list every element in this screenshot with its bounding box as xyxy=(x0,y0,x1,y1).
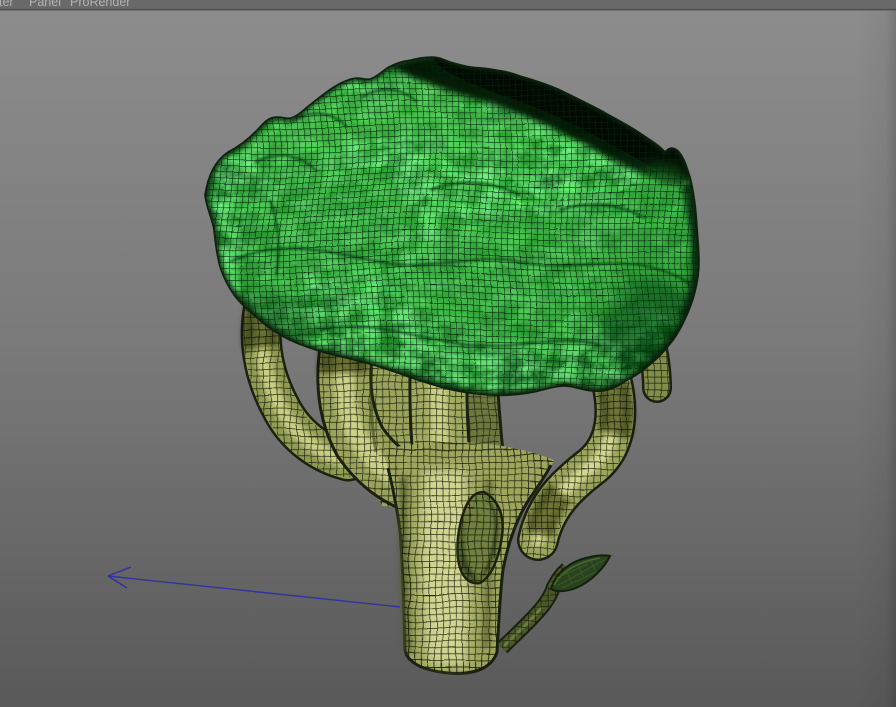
svg-text:ProRender: ProRender xyxy=(70,0,130,9)
svg-text:ter: ter xyxy=(0,0,14,9)
svg-text:Panel: Panel xyxy=(29,0,61,9)
